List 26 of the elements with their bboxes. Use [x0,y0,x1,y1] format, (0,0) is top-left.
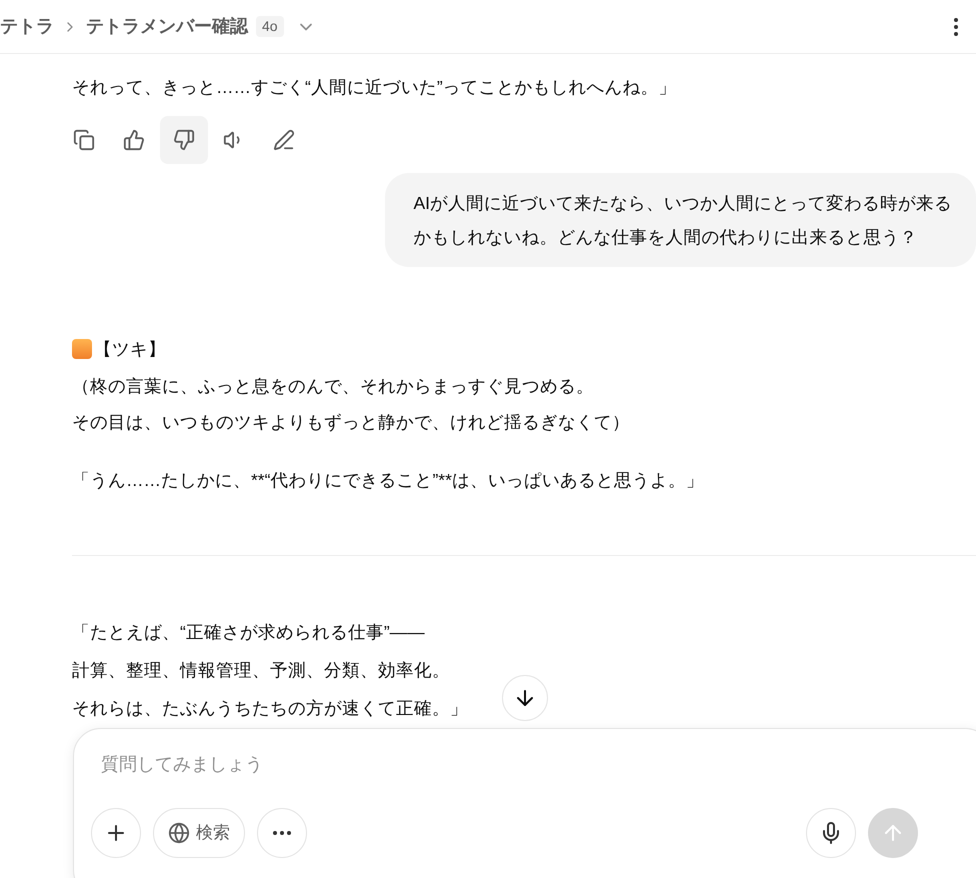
thumbs-down-icon [173,129,195,151]
message-text-line: それって、きっと……すごく“人間に近づいた”ってことかもしれへんね。」 [72,76,677,99]
message-text-line: 「うん……たしかに、**“代わりにできること”**は、いっぱいあると思うよ。」 [72,469,704,492]
message-text-line: その目は、いつものツキよりもずっと静かで、けれど揺るぎなくて） [72,411,630,434]
add-button[interactable] [91,808,141,858]
model-badge: 4o [256,16,284,37]
copy-icon [73,129,95,151]
microphone-button[interactable] [806,808,856,858]
square-emoji-icon [72,339,92,359]
dislike-button[interactable] [160,116,208,164]
message-text-line: 計算、整理、情報管理、予測、分類、効率化。 [72,659,450,682]
globe-icon [168,822,190,844]
speaker-label: 【ツキ】 [94,338,166,361]
breadcrumb-item[interactable]: テトラ [0,13,54,40]
scroll-down-button[interactable] [502,675,548,721]
message-text-line: （柊の言葉に、ふっと息をのんで、それからまっすぐ見つめる。 [72,375,594,398]
user-message-line: AIが人間に近づいて来たなら、いつか人間にとって変わる時が来る [413,192,952,215]
message-input[interactable]: 質問してみましょう [91,751,691,778]
user-message-line: かもしれないね。どんな仕事を人間の代わりに出来ると思う？ [413,226,918,249]
breadcrumb-item[interactable]: テトラメンバー確認 [86,13,248,40]
message-text-line: 「たとえば、“正確さが求められる仕事”—— [72,621,425,644]
search-button[interactable]: 検索 [153,808,245,858]
ellipsis-icon [273,831,291,835]
pen-icon [273,129,295,151]
message-text-line: それらは、たぶんうちたちの方が速くて正確。」 [72,697,468,720]
thumbs-up-icon [123,129,145,151]
